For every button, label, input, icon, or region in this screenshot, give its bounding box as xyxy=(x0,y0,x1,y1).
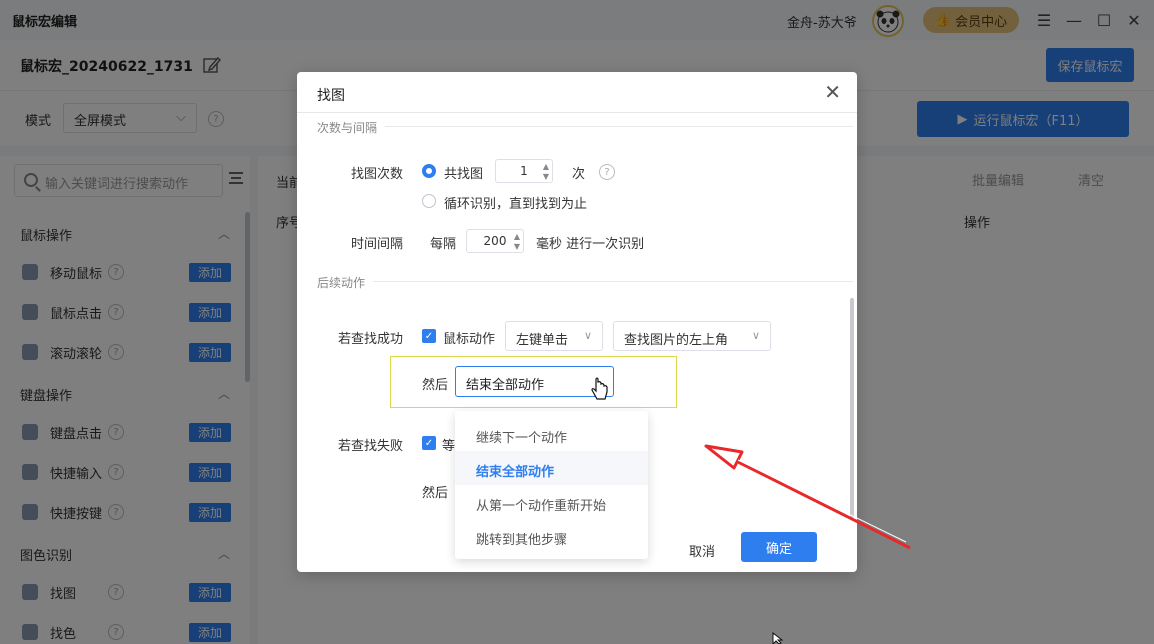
fail-check-text: 等 xyxy=(442,439,456,454)
interval-label: 时间间隔 xyxy=(351,237,404,252)
dropdown-option-restart[interactable]: 从第一个动作重新开始 xyxy=(455,485,648,519)
interval-prefix: 每隔 xyxy=(430,237,457,252)
radio-total-label: 共找图 xyxy=(444,167,484,182)
chevron-down-icon[interactable]: ▼ xyxy=(543,173,549,181)
chevron-down-icon: ∨ xyxy=(583,329,592,342)
click-type-select[interactable]: 左键单击 ∨ xyxy=(505,321,603,351)
then-action-value: 结束全部动作 xyxy=(466,378,545,393)
then-action-dropdown: 继续下一个动作 结束全部动作 从第一个动作重新开始 跳转到其他步骤 xyxy=(455,411,648,559)
dialog-title: 找图 xyxy=(317,88,345,104)
chevron-down-icon[interactable]: ▼ xyxy=(514,243,520,251)
position-value: 查找图片的左上角 xyxy=(624,333,729,348)
section-count-interval: 次数与间隔 xyxy=(317,121,378,135)
mouse-action-checkbox[interactable]: ✓ xyxy=(422,329,436,343)
divider xyxy=(385,126,853,127)
fail-checkbox[interactable]: ✓ xyxy=(422,436,436,450)
then-label: 然后 xyxy=(422,378,449,393)
help-icon[interactable]: ? xyxy=(599,164,615,180)
radio-total-count[interactable] xyxy=(422,164,436,178)
arrow-cursor-icon xyxy=(772,632,784,644)
count-stepper[interactable]: 1 ▲ ▼ xyxy=(495,159,553,183)
section-follow-up: 后续动作 xyxy=(317,276,366,290)
mouse-action-label: 鼠标动作 xyxy=(443,332,496,347)
chevron-up-icon[interactable]: ▲ xyxy=(543,163,549,171)
find-count-label: 找图次数 xyxy=(351,167,404,182)
chevron-down-icon: ∨ xyxy=(751,329,760,342)
interval-suffix: 毫秒 进行一次识别 xyxy=(536,237,645,252)
fail-then-label: 然后 xyxy=(422,486,449,501)
success-label: 若查找成功 xyxy=(338,332,404,347)
fail-label: 若查找失败 xyxy=(338,439,404,454)
position-select[interactable]: 查找图片的左上角 ∨ xyxy=(613,321,771,351)
divider xyxy=(373,281,853,282)
interval-value: 200 xyxy=(483,234,507,248)
hand-cursor-icon xyxy=(591,377,608,400)
dropdown-option-continue[interactable]: 继续下一个动作 xyxy=(455,417,648,451)
count-unit: 次 xyxy=(572,167,586,182)
click-type-value: 左键单击 xyxy=(516,333,569,348)
radio-loop[interactable] xyxy=(422,194,436,208)
divider xyxy=(297,112,857,113)
dropdown-option-end-all[interactable]: 结束全部动作 xyxy=(455,451,648,485)
interval-stepper[interactable]: 200 ▲ ▼ xyxy=(466,229,524,253)
dropdown-option-jump[interactable]: 跳转到其他步骤 xyxy=(455,519,648,553)
chevron-up-icon[interactable]: ▲ xyxy=(514,233,520,241)
radio-loop-label: 循环识别，直到找到为止 xyxy=(444,197,588,212)
close-icon[interactable]: ✕ xyxy=(824,82,841,102)
annotation-arrow-icon xyxy=(704,444,911,550)
count-value: 1 xyxy=(520,164,528,178)
